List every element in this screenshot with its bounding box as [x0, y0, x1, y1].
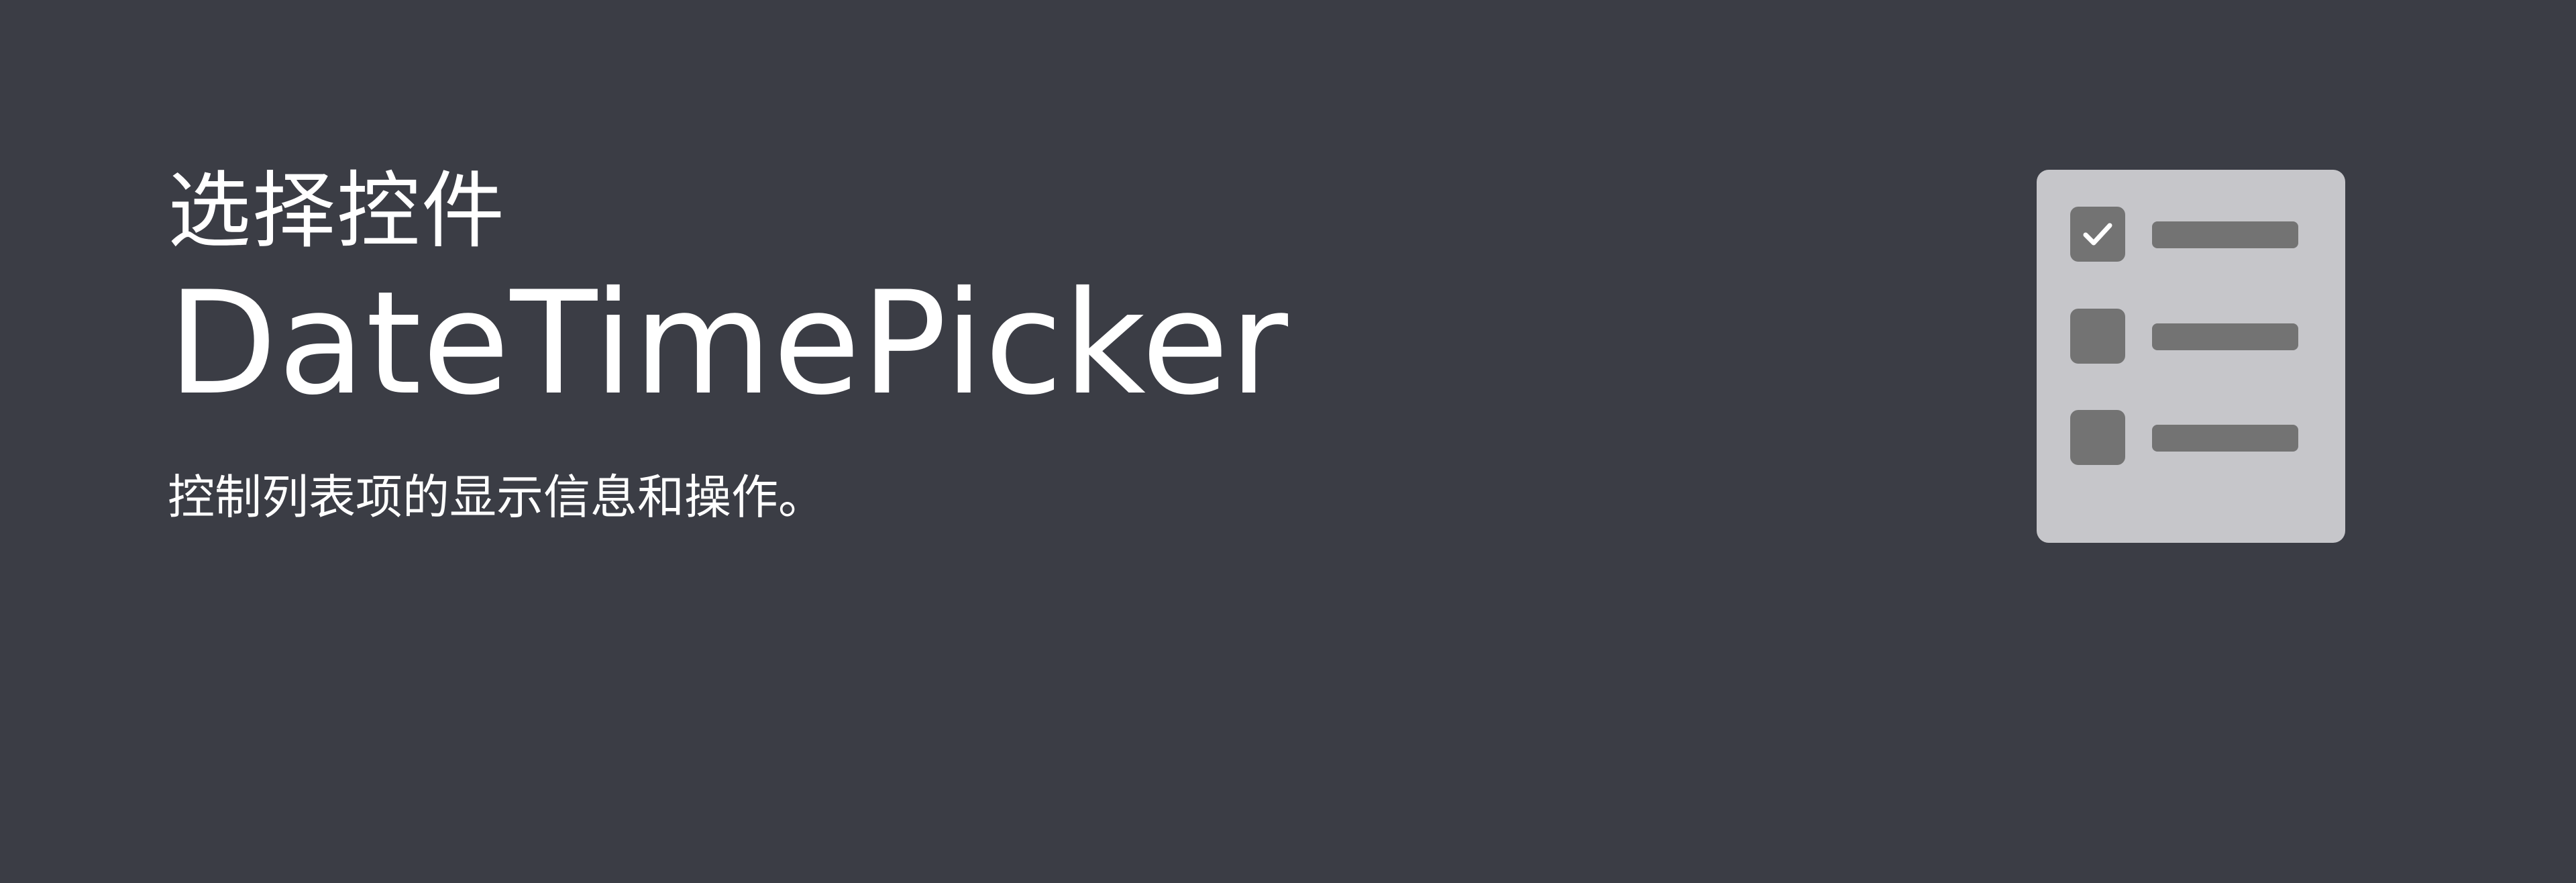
heading-block: 选择控件 DateTimePicker 控制列表项的显示信息和操作。 — [168, 168, 1375, 523]
checkbox-icon — [2070, 309, 2125, 364]
checkbox-icon — [2070, 410, 2125, 465]
checklist-line — [2152, 323, 2298, 350]
checklist-item-checked — [2070, 207, 2318, 262]
page-description: 控制列表项的显示信息和操作。 — [168, 470, 825, 525]
page-title: DateTimePicker — [168, 260, 1289, 427]
checkmark-icon — [2083, 223, 2112, 246]
category-label: 选择控件 — [168, 163, 506, 260]
checklist-icon — [2037, 170, 2345, 543]
checklist-item — [2070, 309, 2318, 364]
checklist-line — [2152, 425, 2298, 452]
checklist-line — [2152, 221, 2298, 248]
checklist-item — [2070, 410, 2318, 465]
banner: 选择控件 DateTimePicker 控制列表项的显示信息和操作。 — [0, 0, 2576, 883]
checkbox-checked-icon — [2070, 207, 2125, 262]
